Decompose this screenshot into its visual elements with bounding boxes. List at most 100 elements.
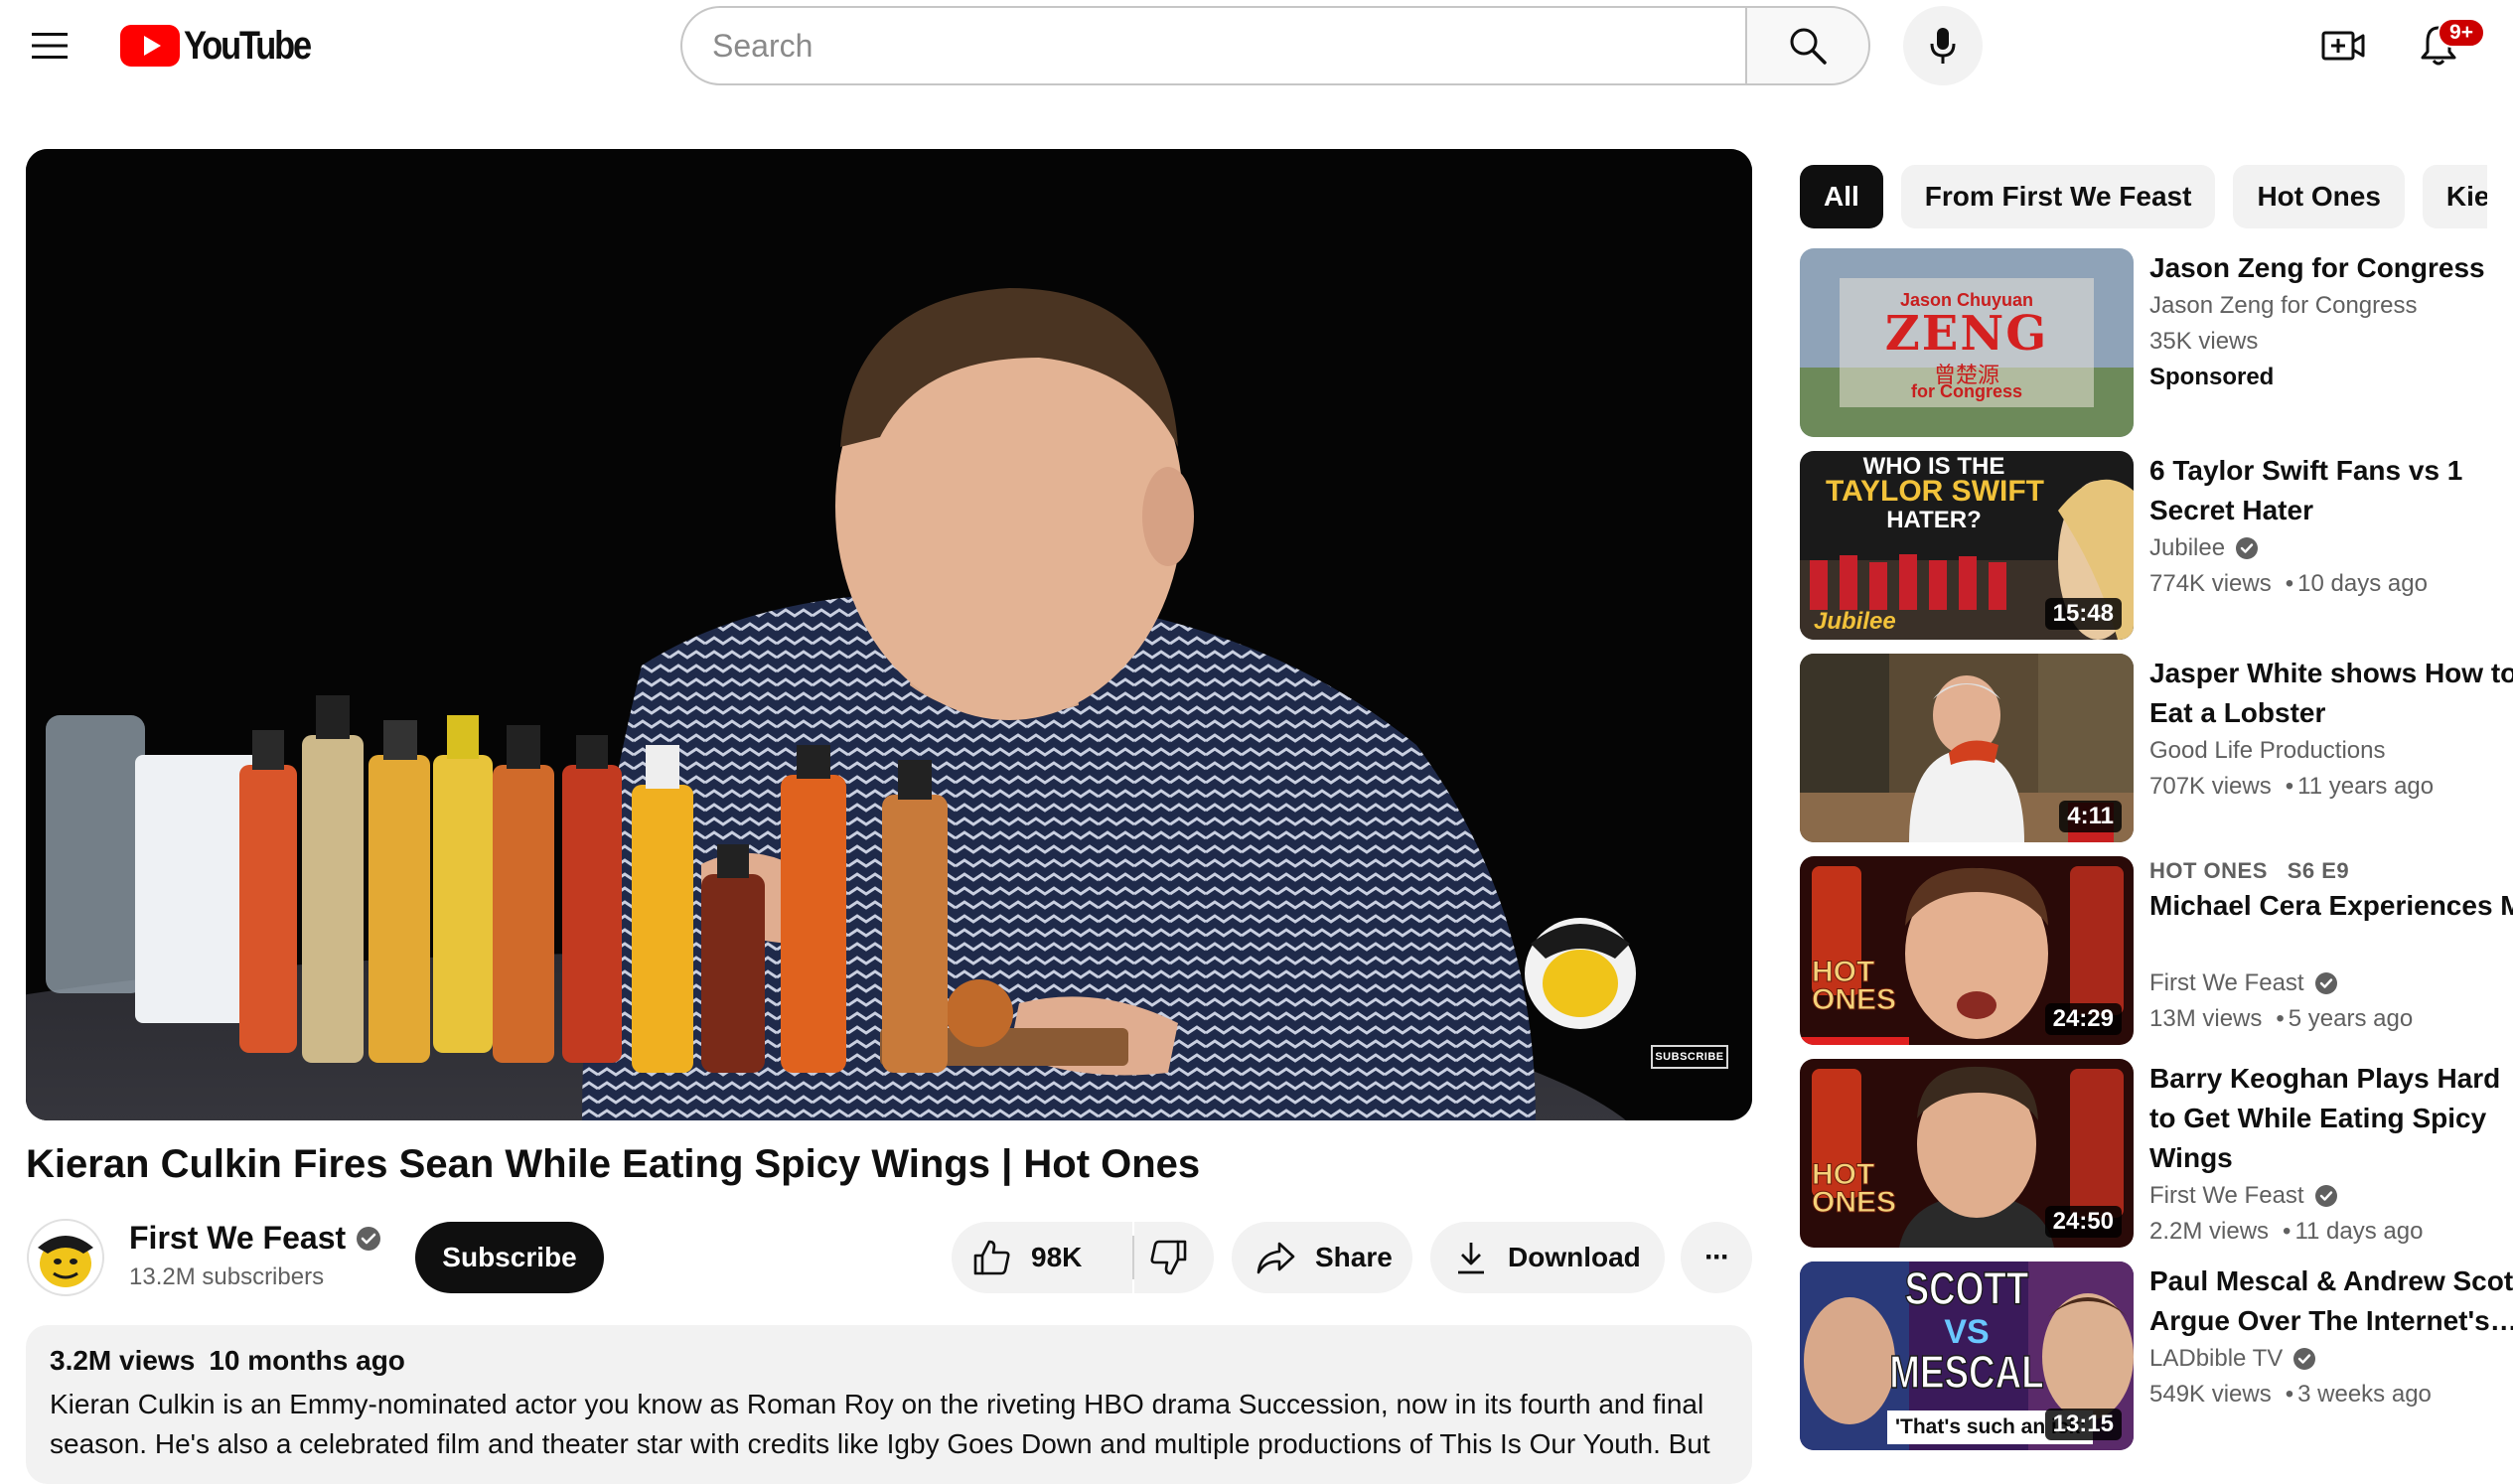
chip-kieran[interactable]: Kieran — [2422, 165, 2487, 228]
video-player[interactable] — [26, 149, 1752, 1120]
channel-text: Jubilee — [2149, 534, 2226, 561]
hot-ones-logo-line2: ONES — [1811, 983, 1897, 1017]
recommendation-item[interactable]: 4:11 Jasper White shows How to Eat a Lob… — [1800, 654, 2513, 842]
more-dots-icon: ··· — [1704, 1241, 1730, 1273]
dislike-button[interactable] — [1134, 1222, 1214, 1293]
recommendation-info: Barry Keoghan Plays Hard to Get While Ea… — [2149, 1059, 2513, 1248]
views-text: 35K views — [2149, 328, 2259, 355]
verified-check-icon — [357, 1226, 381, 1251]
thumb-brand: Jubilee — [1814, 608, 1896, 635]
channel-text: LADbible TV — [2149, 1345, 2284, 1372]
chip-all[interactable]: All — [1800, 165, 1883, 228]
create-video-icon — [2321, 31, 2365, 61]
download-label: Download — [1508, 1242, 1641, 1272]
youtube-logo[interactable]: YouTube — [120, 24, 331, 68]
recommendation-info: HOT ONES S6 E9 Michael Cera Experiences … — [2149, 856, 2513, 1037]
channel-text: First We Feast — [2149, 969, 2304, 996]
youtube-logo-icon — [120, 25, 180, 67]
recommendation-thumbnail[interactable]: HOT ONES 24:29 — [1800, 856, 2134, 1045]
youtube-logo-text: YouTube — [184, 23, 312, 68]
mic-icon — [1930, 28, 1956, 64]
upload-age: 10 months ago — [209, 1345, 405, 1376]
notification-count-badge: 9+ — [2438, 18, 2485, 48]
sponsored-label: Sponsored — [2149, 364, 2275, 390]
recommendation-item[interactable]: SCOTT VS MESCAL 'That's such an ick' 13:… — [1800, 1261, 2513, 1450]
thumb-line3: MESCAL — [1889, 1345, 2045, 1399]
subscribe-watermark[interactable]: SUBSCRIBE — [1651, 1045, 1728, 1069]
recommendation-title: Michael Cera Experiences Mouth Pains Whi… — [2149, 890, 2513, 921]
recommendation-meta: 549K views 3 weeks ago — [2149, 1377, 2513, 1412]
subscriber-count: 13.2M subscribers — [129, 1263, 325, 1290]
recommendation-thumbnail[interactable]: Jason Chuyuan ZENG 曾楚源 for Congress — [1800, 248, 2134, 437]
menu-button[interactable] — [20, 20, 79, 72]
views-text: 774K views — [2149, 570, 2272, 597]
video-duration: 13:15 — [2044, 1409, 2122, 1440]
age-text: 11 days ago — [2279, 1214, 2423, 1248]
recommendation-info: Paul Mescal & Andrew Scott Argue Over Th… — [2149, 1261, 2513, 1412]
views-text: 549K views — [2149, 1381, 2272, 1408]
share-label: Share — [1315, 1242, 1393, 1272]
video-frame — [26, 149, 1752, 1120]
recommendation-info: 6 Taylor Swift Fans vs 1 Secret Hater Ju… — [2149, 451, 2513, 602]
verified-check-icon — [2236, 537, 2259, 559]
description-text: Kieran Culkin is an Emmy-nominated actor… — [50, 1389, 1710, 1459]
age-text: 3 weeks ago — [2282, 1377, 2432, 1412]
search-box — [680, 6, 1870, 85]
recommendation-channel: Good Life Productions — [2149, 733, 2513, 769]
recommendation-item[interactable]: HOT ONES 24:50 Barry Keoghan Plays Hard … — [1800, 1059, 2513, 1248]
recommendation-thumbnail[interactable]: SCOTT VS MESCAL 'That's such an ick' 13:… — [1800, 1261, 2134, 1450]
thumb-text-bottom: for Congress — [1910, 381, 2023, 401]
recommendation-thumbnail[interactable]: WHO IS THE TAYLOR SWIFT HATER? Jubilee 1… — [1800, 451, 2134, 640]
recommendation-meta: 774K views 10 days ago — [2149, 566, 2513, 602]
recommendation-info: Jason Zeng for Congress Jason Zeng for C… — [2149, 248, 2513, 395]
subscribe-button[interactable]: Subscribe — [415, 1222, 604, 1293]
thumb-line1: SCOTT — [1904, 1261, 2029, 1315]
channel-avatar[interactable] — [26, 1218, 105, 1297]
verified-check-icon — [2314, 1185, 2337, 1207]
age-text: 5 years ago — [2272, 1001, 2413, 1037]
recommendation-item[interactable]: HOT ONES 24:29 HOT ONES S6 E9 Michael Ce… — [1800, 856, 2513, 1045]
download-icon — [1458, 1243, 1484, 1274]
recommendation-thumbnail[interactable]: HOT ONES 24:50 — [1800, 1059, 2134, 1248]
voice-search-button[interactable] — [1903, 6, 1983, 85]
first-we-feast-mascot-icon — [26, 1218, 105, 1297]
channel-name[interactable]: First We Feast — [129, 1220, 381, 1257]
video-duration: 4:11 — [2059, 801, 2122, 832]
recommendation-title: Paul Mescal & Andrew Scott Argue Over Th… — [2149, 1265, 2513, 1336]
search-button[interactable] — [1745, 6, 1870, 85]
more-actions-button[interactable]: ··· — [1681, 1222, 1752, 1293]
thumb-line2: TAYLOR SWIFT — [1826, 475, 2044, 508]
download-button[interactable]: Download — [1430, 1222, 1665, 1293]
recommendation-item[interactable]: WHO IS THE TAYLOR SWIFT HATER? Jubilee 1… — [1800, 451, 2513, 640]
description-meta: 3.2M views 10 months ago — [50, 1345, 1728, 1377]
recommendation-channel: First We Feast — [2149, 965, 2513, 1001]
thumb-text-big: ZENG — [1884, 306, 2049, 362]
chip-from-first-we-feast[interactable]: From First We Feast — [1900, 165, 2216, 228]
like-button[interactable]: 98K — [952, 1222, 1132, 1293]
search-input[interactable] — [680, 6, 1745, 85]
recommendation-channel: Jason Zeng for Congress — [2149, 288, 2513, 324]
chip-hot-ones[interactable]: Hot Ones — [2233, 165, 2405, 228]
recommendation-channel: First We Feast — [2149, 1178, 2513, 1214]
thumbs-down-icon — [1150, 1240, 1187, 1275]
share-button[interactable]: Share — [1232, 1222, 1412, 1293]
hot-ones-logo-line2: ONES — [1811, 1186, 1897, 1220]
search-icon — [1790, 28, 1827, 65]
video-duration: 24:29 — [2044, 1003, 2122, 1035]
create-button[interactable] — [2314, 20, 2372, 72]
channel-text: Jason Zeng for Congress — [2149, 292, 2418, 319]
recommendation-thumbnail[interactable]: 4:11 — [1800, 654, 2134, 842]
views-text: 2.2M views — [2149, 1218, 2270, 1245]
description-box[interactable]: 3.2M views 10 months ago Kieran Culkin is… — [26, 1325, 1752, 1484]
views-text: 13M views — [2149, 1005, 2263, 1032]
views-text: 707K views — [2149, 773, 2272, 800]
channel-name-text: First We Feast — [129, 1220, 347, 1256]
channel-text: Good Life Productions — [2149, 737, 2386, 764]
age-text: 11 years ago — [2282, 769, 2434, 805]
recommendation-title: Jason Zeng for Congress — [2149, 252, 2485, 283]
recommendation-title: Jasper White shows How to Eat a Lobster — [2149, 658, 2513, 728]
verified-check-icon — [2293, 1348, 2316, 1370]
recommendation-item[interactable]: Jason Chuyuan ZENG 曾楚源 for Congress Jaso… — [1800, 248, 2513, 437]
channel-text: First We Feast — [2149, 1182, 2304, 1209]
video-duration: 24:50 — [2044, 1206, 2122, 1238]
